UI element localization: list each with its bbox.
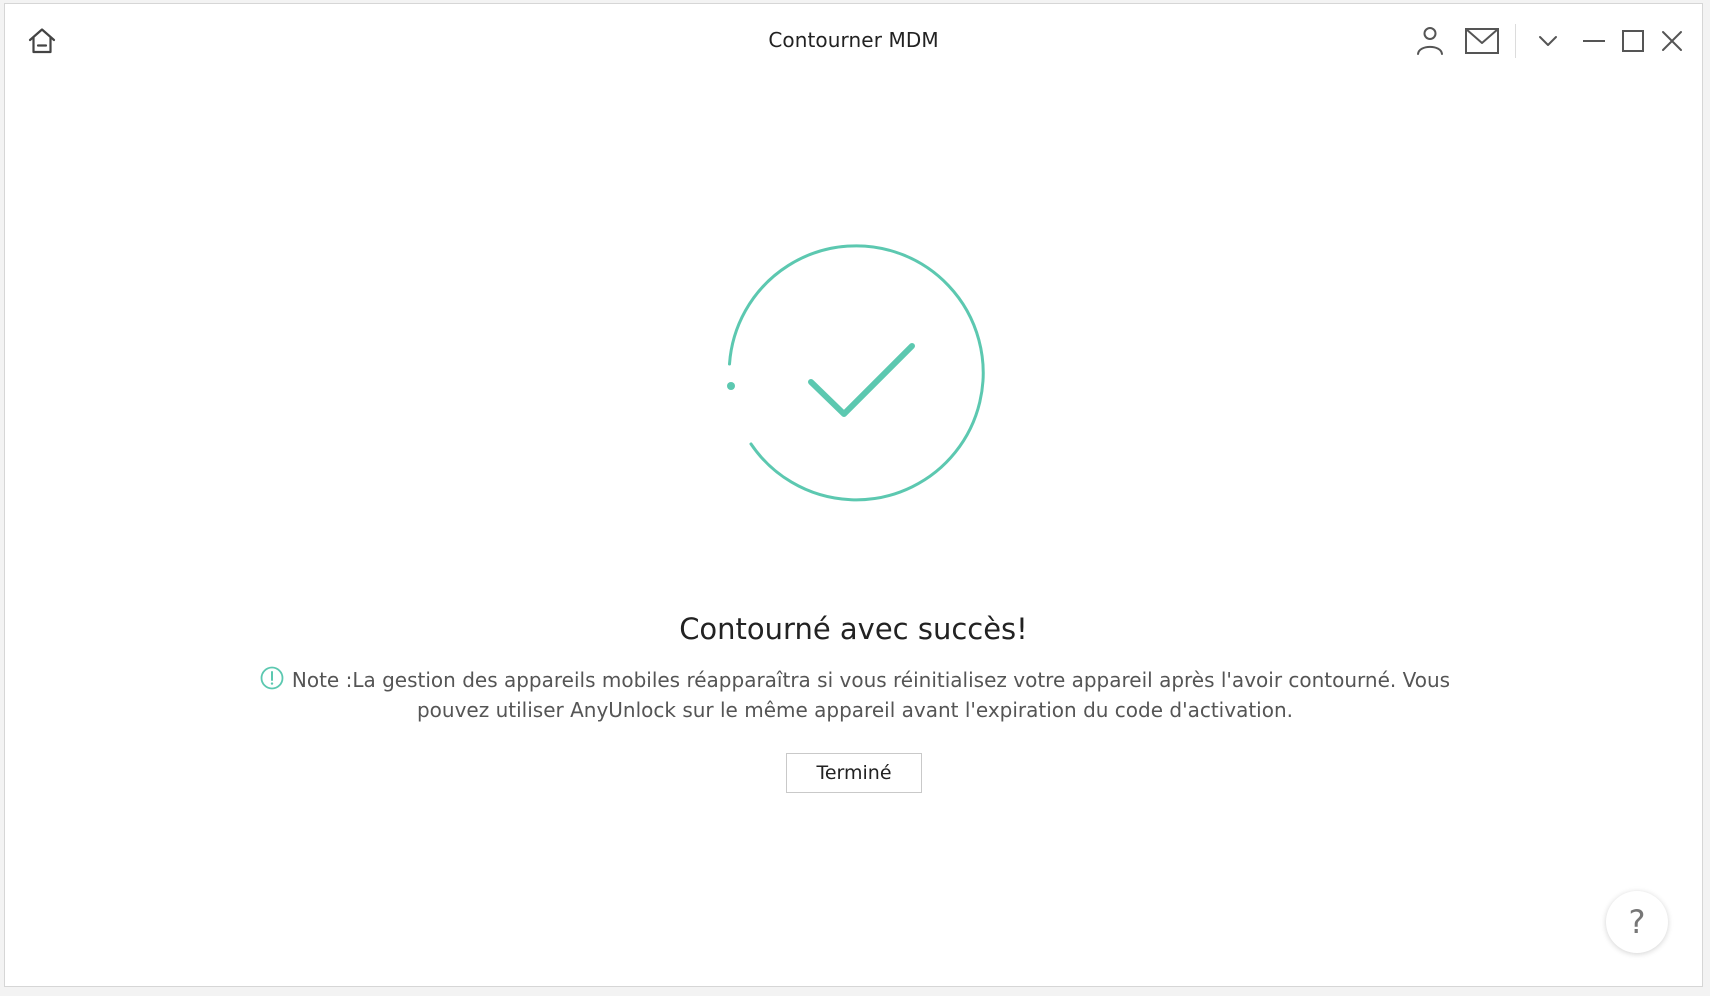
close-button[interactable] [1653,22,1691,60]
mail-icon [1465,28,1499,54]
success-headline: Contourné avec succès! [679,612,1028,646]
feedback-button[interactable] [1461,21,1503,61]
help-button[interactable]: ? [1606,891,1668,953]
success-check-graphic [723,242,989,508]
account-button[interactable] [1410,21,1450,61]
maximize-button[interactable] [1614,22,1652,60]
titlebar-divider [1515,24,1516,58]
close-icon [1662,31,1682,51]
title-bar: Contourner MDM [5,4,1702,79]
chevron-down-icon [1539,36,1557,46]
done-button[interactable]: Terminé [786,753,922,793]
minimize-icon [1583,40,1605,42]
app-window: Contourner MDM Contourné avec succès! No… [4,3,1703,987]
minimize-button[interactable] [1575,22,1613,60]
user-icon [1417,27,1443,55]
help-question-mark: ? [1628,903,1646,941]
menu-dropdown-button[interactable] [1529,22,1567,60]
note-text: La gestion des appareils mobiles réappar… [352,668,1451,722]
info-icon [260,666,284,690]
checkmark-circle-icon [727,244,985,502]
maximize-icon [1622,30,1644,52]
note-prefix: Note : [291,668,353,692]
info-note: Note :La gestion des appareils mobiles r… [245,665,1465,725]
